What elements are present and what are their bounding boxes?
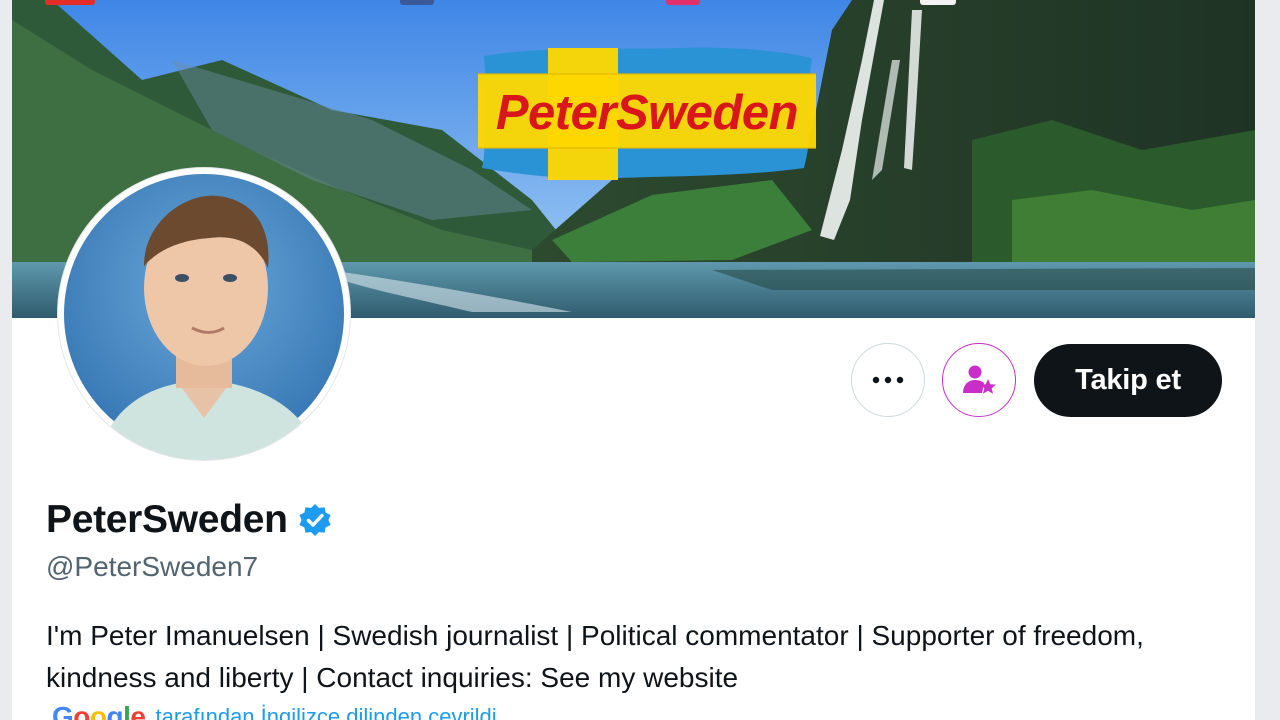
instagram-icon[interactable] bbox=[666, 0, 700, 5]
follow-button[interactable]: Takip et bbox=[1034, 344, 1222, 417]
more-options-button[interactable] bbox=[851, 343, 925, 417]
user-handle: @PeterSweden7 bbox=[46, 551, 259, 582]
youtube-icon[interactable] bbox=[45, 0, 95, 5]
name-row: PeterSweden bbox=[46, 495, 333, 545]
verified-badge-icon[interactable] bbox=[297, 502, 333, 538]
translation-notice: Google tarafından İngilizce dilinden çev… bbox=[52, 701, 497, 720]
x-icon[interactable] bbox=[920, 0, 956, 5]
banner-logo-text: PeterSweden bbox=[495, 86, 799, 140]
profile-card: PeterSweden Takip et PeterSweden @PeterS… bbox=[12, 0, 1255, 720]
google-logo: Google bbox=[52, 701, 146, 720]
avatar-photo bbox=[64, 174, 344, 460]
translation-text[interactable]: tarafından İngilizce dilinden çevrildi bbox=[155, 704, 496, 720]
more-horizontal-icon bbox=[872, 376, 904, 384]
display-name: PeterSweden bbox=[46, 498, 288, 541]
subscribe-button[interactable] bbox=[942, 343, 1016, 417]
profile-bio: I'm Peter Imanuelsen | Swedish journalis… bbox=[46, 620, 1144, 693]
profile-avatar[interactable] bbox=[58, 168, 350, 460]
banner-logo: PeterSweden bbox=[478, 44, 816, 182]
facebook-icon[interactable] bbox=[400, 0, 434, 5]
person-star-icon bbox=[963, 365, 996, 394]
